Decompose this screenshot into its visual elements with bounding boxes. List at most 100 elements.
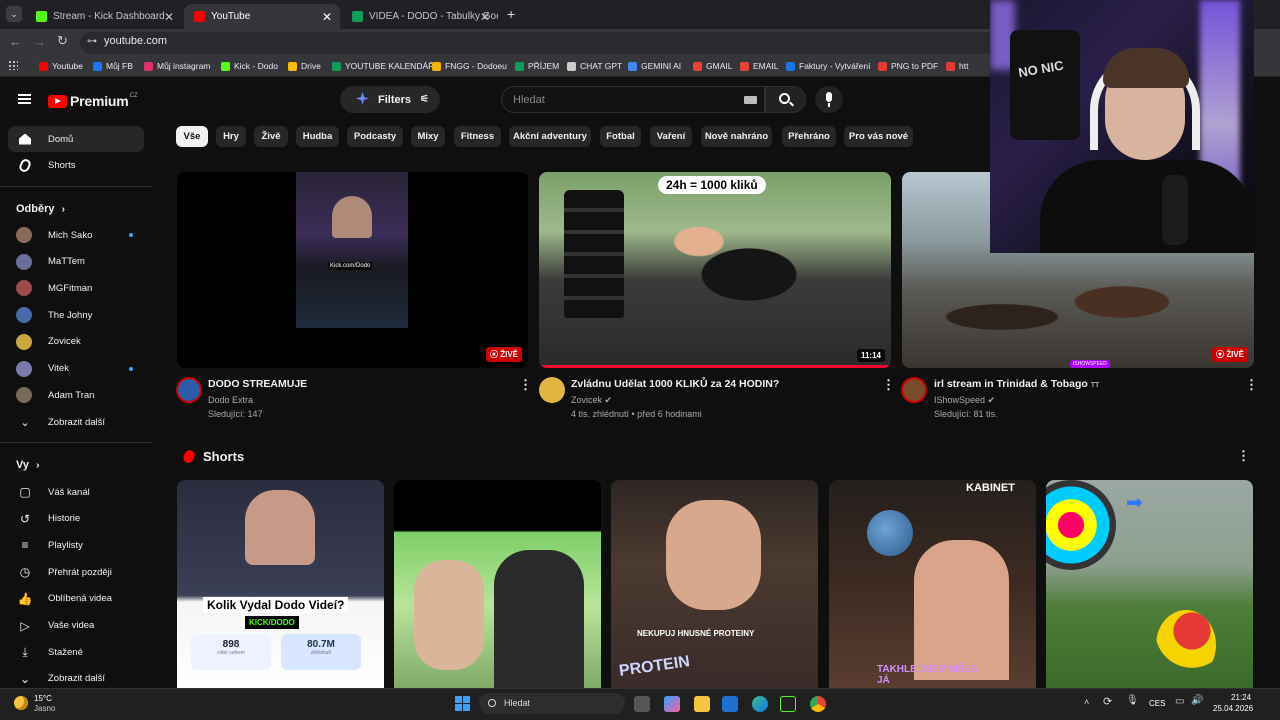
bookmark-item[interactable]: Youtube [39, 61, 83, 71]
sidebar-item[interactable]: ≡ Playlisty [8, 532, 144, 558]
sidebar-subscription[interactable]: Mich Sako [8, 222, 144, 248]
bookmark-item[interactable]: Můj instagram [144, 61, 210, 71]
short-card[interactable]: NEKUPUJ HNUSNÉ PROTEINY PROTEIN [611, 480, 818, 690]
search-input[interactable]: Hledat [501, 86, 765, 113]
mic-tray-icon[interactable]: 🎙 [1126, 695, 1139, 706]
sidebar-item[interactable]: ◷ Přehrát později [8, 559, 144, 585]
voice-search-button[interactable] [815, 86, 843, 113]
bookmark-item[interactable]: Drive [288, 61, 321, 71]
bookmark-item[interactable]: YOUTUBE KALENDÁŘ [332, 61, 434, 71]
filter-chip[interactable]: Hry [216, 126, 246, 147]
channel-avatar[interactable] [539, 377, 565, 403]
volume-icon[interactable]: 🔊 [1191, 695, 1203, 706]
bookmark-item[interactable]: Kick - Dodo [221, 61, 278, 71]
close-icon[interactable]: ✕ [164, 10, 174, 24]
youtube-premium-logo[interactable]: Premium CZ [48, 93, 138, 109]
bookmark-item[interactable]: CHAT GPT [567, 61, 622, 71]
filter-chip[interactable]: Hudba [296, 126, 339, 147]
more-vert-icon[interactable]: ⋮ [1245, 377, 1258, 393]
filters-button[interactable]: Filters ⚟ [340, 86, 440, 113]
short-card[interactable]: KABINET TAKHLE JSEM MĚLA JÁ [829, 480, 1036, 690]
clock-time[interactable]: 21:24 [1231, 693, 1251, 702]
sidebar-item[interactable]: 👍 Oblíbená videa [8, 586, 144, 612]
sidebar-item[interactable]: ▢ Váš kanál [8, 479, 144, 505]
keyboard-icon[interactable] [744, 96, 757, 104]
video-title[interactable]: Zvládnu Udělat 1000 KLIKŮ za 24 HODIN? [571, 378, 779, 390]
bookmark-item[interactable]: GEMINI AI [628, 61, 681, 71]
tab-google-sheets[interactable]: VIDEA - DODO - Tabulky Googl ✕ [342, 4, 498, 29]
filter-chip[interactable]: Mixy [411, 126, 445, 147]
sidebar-item[interactable]: ▷ Vaše videa [8, 613, 144, 639]
filter-chip[interactable]: Nově nahráno [701, 126, 772, 147]
short-card[interactable]: Kolik Vydal Dodo Videí? KICK/DODO 898 vi… [177, 480, 384, 690]
filter-chip[interactable]: Akční adventury [509, 126, 591, 147]
tab-youtube[interactable]: YouTube ✕ [184, 4, 340, 29]
bookmark-item[interactable]: htt [946, 61, 968, 71]
chrome-icon[interactable] [810, 696, 826, 712]
sidebar-item[interactable]: ↺ Historie [8, 506, 144, 532]
task-view-icon[interactable] [634, 696, 650, 712]
filter-chip[interactable]: Fitness [454, 126, 501, 147]
outlook-icon[interactable] [722, 696, 738, 712]
channel-name[interactable]: Zovicek ✔ [571, 395, 612, 406]
bookmark-item[interactable]: Faktury - Vytváření [786, 61, 870, 71]
filter-chip[interactable]: Vaření [650, 126, 692, 147]
channel-name[interactable]: IShowSpeed ✔ [934, 395, 995, 406]
bookmark-item[interactable]: EMAIL [740, 61, 779, 71]
sidebar-subscription[interactable]: Zovicek [8, 329, 144, 355]
you-heading[interactable]: Vy › [16, 459, 39, 471]
bookmark-item[interactable]: PNG to PDF [878, 61, 938, 71]
filter-chip[interactable]: Přehráno [782, 126, 836, 147]
apps-icon[interactable] [8, 60, 18, 70]
sync-icon[interactable]: ⟳ [1103, 695, 1112, 708]
close-icon[interactable]: ✕ [480, 10, 490, 24]
windows-start-icon[interactable] [455, 696, 470, 711]
filter-chip[interactable]: Pro vás nové [844, 126, 913, 147]
more-vert-icon[interactable]: ⋮ [882, 377, 895, 393]
clock-date[interactable]: 25.04.2026 [1213, 704, 1253, 713]
sidebar-subscription[interactable]: MGFitman [8, 275, 144, 301]
network-icon[interactable]: ▭ [1175, 696, 1184, 707]
close-icon[interactable]: ✕ [322, 10, 332, 24]
tab-list-button[interactable]: ⌄ [6, 6, 22, 22]
weather-icon[interactable] [14, 696, 28, 710]
new-tab-button[interactable]: + [507, 6, 515, 22]
taskbar-search[interactable]: Hledat [479, 693, 625, 714]
input-language[interactable]: CES [1149, 699, 1165, 708]
tab-kick-dashboard[interactable]: Stream - Kick Dashboard ✕ [26, 4, 182, 29]
sidebar-item-home[interactable]: Domů [8, 126, 144, 152]
copilot-icon[interactable] [664, 696, 680, 712]
tray-chevron-icon[interactable]: ˄ [1084, 697, 1089, 707]
channel-name[interactable]: Dodo Extra [208, 395, 253, 405]
file-explorer-icon[interactable] [694, 696, 710, 712]
reload-icon[interactable]: ↻ [57, 33, 68, 49]
sidebar-subscription[interactable]: Vitek [8, 356, 144, 382]
search-button[interactable] [765, 86, 806, 113]
short-card[interactable] [394, 480, 601, 690]
sidebar-show-more[interactable]: ⌄ Zobrazit další [8, 409, 144, 435]
video-thumbnail[interactable]: 24h = 1000 kliků 11:14 [539, 172, 891, 368]
video-title[interactable]: irl stream in Trinidad & Tobago TT [934, 378, 1099, 390]
video-thumbnail[interactable]: Kick.com/Dodo ⦿ ŽIVĚ [177, 172, 528, 368]
bookmark-item[interactable]: FNGG - Dodoeu [432, 61, 507, 71]
edge-icon[interactable] [752, 696, 768, 712]
channel-avatar[interactable] [176, 377, 202, 403]
short-card[interactable]: ➡ [1046, 480, 1253, 690]
bookmark-item[interactable]: PŘÍJEM [515, 61, 559, 71]
video-title[interactable]: DODO STREAMUJE [208, 378, 307, 390]
site-info-icon[interactable]: ⊶ [87, 36, 97, 47]
more-vert-icon[interactable]: ⋮ [1237, 448, 1250, 464]
sidebar-subscription[interactable]: Adam Tran [8, 382, 144, 408]
sidebar-subscription[interactable]: MaTTem [8, 249, 144, 275]
address-bar[interactable]: ⊶ [80, 32, 1000, 54]
channel-avatar[interactable] [901, 377, 927, 403]
filter-chip[interactable]: Fotbal [600, 126, 641, 147]
sidebar-item-shorts[interactable]: Shorts [8, 152, 144, 178]
back-icon[interactable]: ← [9, 34, 22, 49]
sidebar-subscription[interactable]: The Johny [8, 302, 144, 328]
more-vert-icon[interactable]: ⋮ [519, 377, 532, 393]
filter-chip[interactable]: Vše [176, 126, 208, 147]
subscriptions-heading[interactable]: Odběry › [16, 203, 65, 215]
filter-chip[interactable]: Živě [254, 126, 288, 147]
menu-icon[interactable] [18, 94, 31, 104]
